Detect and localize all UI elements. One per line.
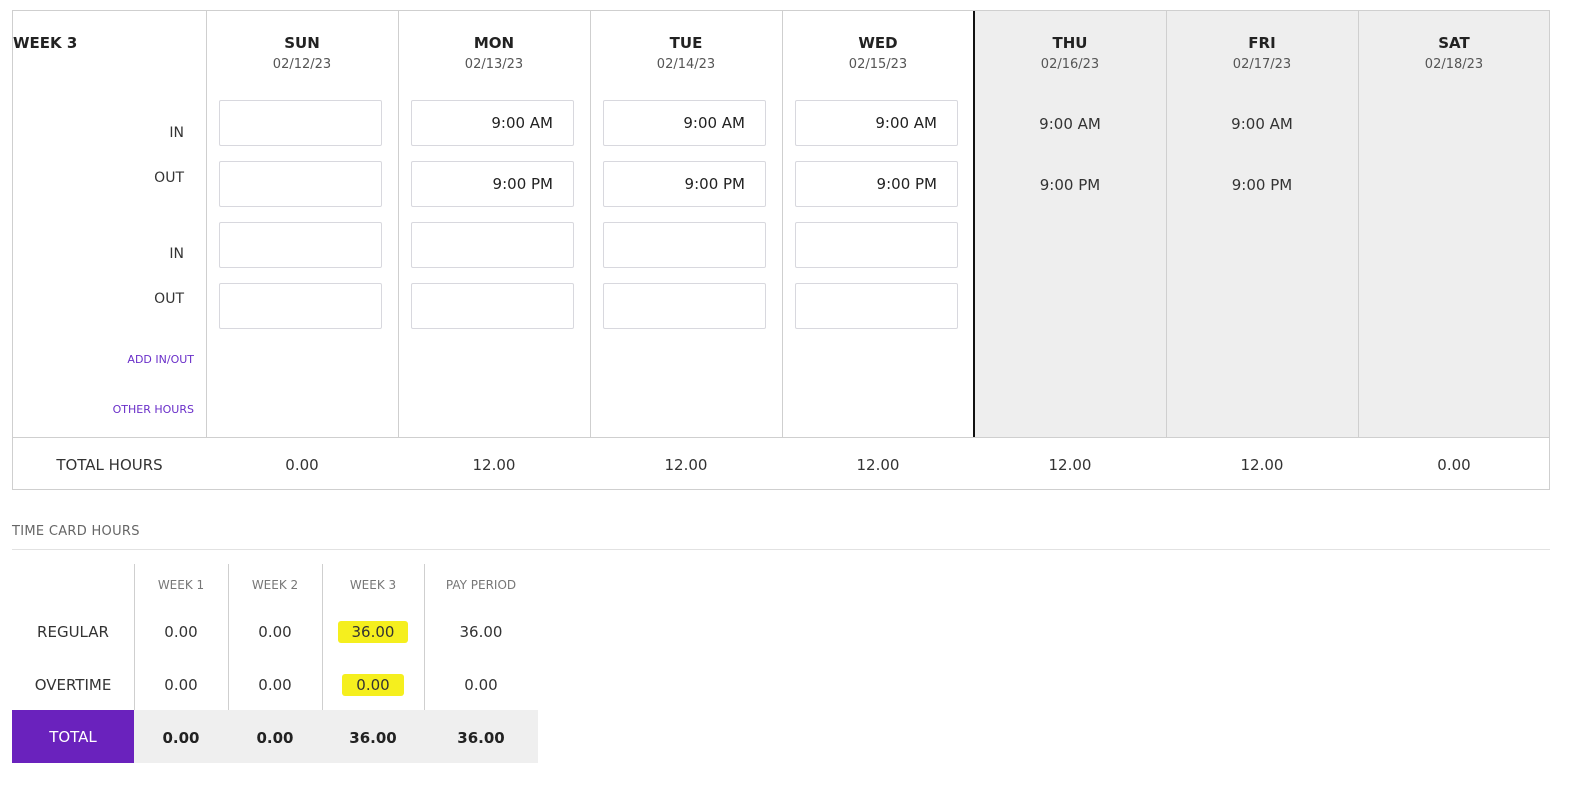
day-date: 02/14/23 <box>656 57 716 72</box>
row-label-out-1: OUT <box>154 170 184 186</box>
overtime-week-2: 0.00 <box>258 676 292 694</box>
total-hours-row: TOTAL HOURS 0.00 12.00 12.00 12.00 12.00… <box>13 437 1549 489</box>
total-row-label: TOTAL <box>12 710 134 763</box>
regular-week-1: 0.00 <box>164 623 198 641</box>
column-divider <box>590 11 591 437</box>
day-column-sun: SUN 02/12/23 <box>206 11 398 437</box>
section-divider <box>12 549 1550 550</box>
time-out-1-input[interactable] <box>795 161 958 207</box>
total-pay-period: 36.00 <box>457 729 505 747</box>
highlight-mark: 0.00 <box>342 674 404 696</box>
total-week-1: 0.00 <box>162 729 200 747</box>
total-hours-fri: 12.00 <box>1240 456 1284 474</box>
add-in-out-link[interactable]: ADD IN/OUT <box>127 353 194 366</box>
time-out-1-value: 9:00 PM <box>1231 176 1293 194</box>
day-column-sat: SAT 02/18/23 <box>1358 11 1549 437</box>
regular-week-3: 36.00 <box>322 621 424 643</box>
time-out-2-input[interactable] <box>411 283 574 329</box>
time-in-1-input[interactable] <box>795 100 958 146</box>
column-divider <box>398 11 399 437</box>
time-in-2-input[interactable] <box>795 222 958 268</box>
total-hours-sat: 0.00 <box>1437 456 1471 474</box>
regular-week-2: 0.00 <box>258 623 292 641</box>
column-divider <box>206 11 207 437</box>
day-name: THU <box>1052 34 1088 52</box>
day-name: FRI <box>1248 34 1276 52</box>
row-label-in-2: IN <box>169 246 184 262</box>
current-day-divider <box>973 11 975 437</box>
time-card-hours-table: WEEK 1 WEEK 2 WEEK 3 PAY PERIOD REGULAR … <box>12 564 538 763</box>
regular-pay-period: 36.00 <box>459 623 503 641</box>
time-out-2-input[interactable] <box>603 283 766 329</box>
time-card-hours-heading: TIME CARD HOURS <box>12 524 140 539</box>
day-date: 02/17/23 <box>1232 57 1292 72</box>
total-hours-tue: 12.00 <box>664 456 708 474</box>
overtime-pay-period: 0.00 <box>464 676 498 694</box>
column-divider <box>1166 11 1167 437</box>
day-column-thu: THU 02/16/23 9:00 AM 9:00 PM <box>973 11 1166 437</box>
day-name: SUN <box>284 34 320 52</box>
time-in-1-input[interactable] <box>219 100 382 146</box>
day-date: 02/15/23 <box>848 57 908 72</box>
week-title: WEEK 3 <box>13 34 78 52</box>
day-column-tue: TUE 02/14/23 <box>590 11 782 437</box>
total-hours-mon: 12.00 <box>472 456 516 474</box>
week-timesheet-panel: WEEK 3 IN OUT IN OUT ADD IN/OUT OTHER HO… <box>12 10 1550 490</box>
column-divider <box>1358 11 1359 437</box>
day-column-wed: WED 02/15/23 <box>782 11 974 437</box>
total-week-3: 36.00 <box>349 729 397 747</box>
row-label-out-2: OUT <box>154 291 184 307</box>
overtime-week-3: 0.00 <box>322 674 424 696</box>
day-name: WED <box>858 34 898 52</box>
other-hours-link[interactable]: OTHER HOURS <box>113 403 194 416</box>
overtime-week-1: 0.00 <box>164 676 198 694</box>
total-week-2: 0.00 <box>256 729 294 747</box>
time-in-2-input[interactable] <box>411 222 574 268</box>
day-name: SAT <box>1438 34 1470 52</box>
time-in-2-input[interactable] <box>603 222 766 268</box>
day-date: 02/12/23 <box>272 57 332 72</box>
time-out-1-input[interactable] <box>219 161 382 207</box>
time-out-1-input[interactable] <box>603 161 766 207</box>
day-column-mon: MON 02/13/23 <box>398 11 590 437</box>
time-out-2-input[interactable] <box>219 283 382 329</box>
time-in-1-value: 9:00 AM <box>1231 115 1293 133</box>
day-name: TUE <box>669 34 703 52</box>
row-label-in-1: IN <box>169 125 184 141</box>
overtime-row-label: OVERTIME <box>34 676 112 694</box>
column-divider <box>782 11 783 437</box>
column-header-week-3: WEEK 3 <box>349 578 397 592</box>
regular-row-label: REGULAR <box>37 623 109 641</box>
time-in-1-value: 9:00 AM <box>1039 115 1101 133</box>
highlight-mark: 36.00 <box>337 621 409 643</box>
column-header-week-2: WEEK 2 <box>251 578 299 592</box>
day-date: 02/16/23 <box>1040 57 1100 72</box>
time-out-1-value: 9:00 PM <box>1039 176 1101 194</box>
time-in-1-input[interactable] <box>411 100 574 146</box>
column-header-pay-period: PAY PERIOD <box>445 578 517 592</box>
total-hours-label: TOTAL HOURS <box>56 456 163 474</box>
time-out-2-input[interactable] <box>795 283 958 329</box>
column-header-week-1: WEEK 1 <box>157 578 205 592</box>
total-hours-sun: 0.00 <box>285 456 319 474</box>
day-date: 02/13/23 <box>464 57 524 72</box>
row-label-column: WEEK 3 IN OUT IN OUT ADD IN/OUT OTHER HO… <box>13 11 207 437</box>
time-out-1-input[interactable] <box>411 161 574 207</box>
total-hours-wed: 12.00 <box>856 456 900 474</box>
total-hours-thu: 12.00 <box>1048 456 1092 474</box>
day-column-fri: FRI 02/17/23 9:00 AM 9:00 PM <box>1166 11 1358 437</box>
day-name: MON <box>473 34 515 52</box>
day-date: 02/18/23 <box>1424 57 1484 72</box>
time-in-1-input[interactable] <box>603 100 766 146</box>
time-in-2-input[interactable] <box>219 222 382 268</box>
